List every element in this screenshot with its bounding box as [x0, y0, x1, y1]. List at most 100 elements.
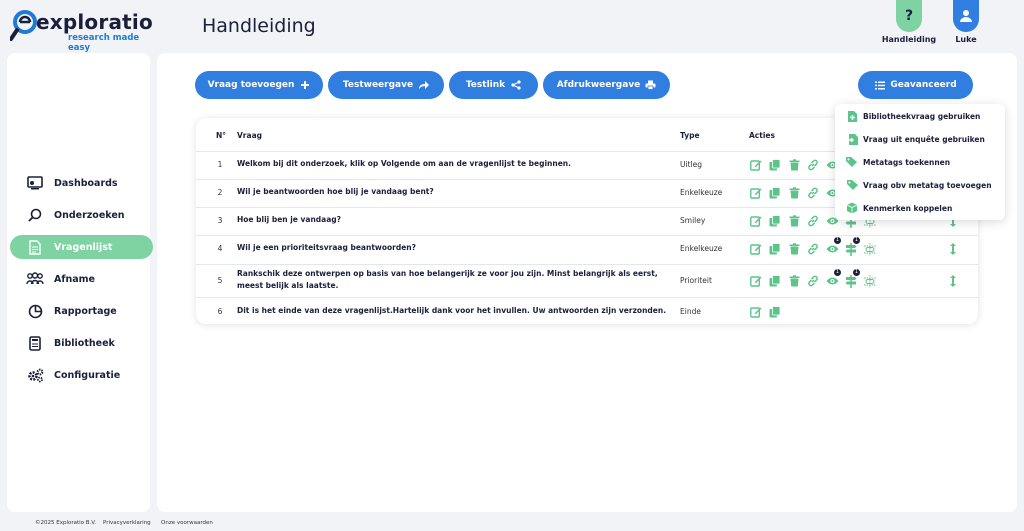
trash-icon[interactable]	[787, 158, 801, 172]
share-nodes-icon	[510, 80, 521, 91]
header-question: Vraag	[237, 131, 262, 140]
test-view-label: Testweergave	[342, 80, 414, 90]
sidebar-item-onderzoeken[interactable]: Onderzoeken	[10, 203, 153, 227]
link-icon[interactable]	[806, 186, 820, 200]
sidebar-item-rapportage[interactable]: Rapportage	[10, 299, 153, 323]
plus-icon	[299, 80, 310, 91]
advanced-label: Geavanceerd	[890, 80, 957, 90]
row-type: Uitleg	[680, 160, 702, 169]
sidebar-item-afname[interactable]: Afname	[10, 267, 153, 291]
library-icon	[26, 334, 44, 352]
count-badge: 1	[834, 269, 841, 276]
sidebar-item-label: Onderzoeken	[54, 209, 125, 221]
row-number: 2	[217, 188, 223, 197]
help-button[interactable]: ? Handleiding	[881, 0, 937, 44]
branch-off-icon[interactable]	[863, 242, 877, 256]
menu-item-label: Bibliotheekvraag gebruiken	[863, 111, 981, 121]
print-view-label: Afdrukweergave	[556, 80, 641, 90]
copy-icon[interactable]	[768, 158, 782, 172]
sidebar-item-label: Bibliotheek	[54, 337, 115, 349]
link-icon[interactable]	[806, 242, 820, 256]
privacy-link[interactable]: Privacyverklaring	[103, 520, 151, 526]
tag-icon	[845, 178, 859, 192]
menu-item-label: Metatags toekennen	[863, 157, 951, 167]
edit-icon[interactable]	[749, 305, 763, 319]
row-question[interactable]: Rankschik deze ontwerpen op basis van ho…	[237, 268, 667, 292]
row-question[interactable]: Welkom bij dit onderzoek, klik op Volgen…	[237, 158, 667, 170]
terms-link[interactable]: Onze voorwaarden	[161, 520, 213, 526]
test-link-label: Testlink	[465, 80, 506, 90]
signpost-icon[interactable]: 1	[844, 269, 860, 288]
question-icon: ?	[904, 8, 914, 24]
menu-item-library-question[interactable]: Bibliotheekvraag gebruiken	[845, 109, 980, 123]
link-icon[interactable]	[806, 274, 820, 288]
add-question-button[interactable]: Vraag toevoegen	[195, 71, 323, 99]
document-icon	[26, 238, 44, 256]
row-question[interactable]: Wil je beantwoorden hoe blij je vandaag …	[237, 186, 667, 198]
row-divider	[196, 235, 978, 236]
copy-icon[interactable]	[768, 214, 782, 228]
menu-item-survey-question[interactable]: Vraag uit enquête gebruiken	[845, 132, 985, 146]
move-vertical-icon	[950, 275, 956, 287]
drag-handle[interactable]	[947, 274, 959, 288]
row-actions: 11	[749, 237, 877, 256]
header-actions: Acties	[749, 131, 775, 140]
user-menu-button[interactable]: Luke	[938, 0, 994, 44]
row-question[interactable]: Dit is het einde van deze vragenlijst.Ha…	[237, 305, 667, 317]
eye-icon[interactable]: 1	[825, 269, 841, 288]
link-icon[interactable]	[806, 158, 820, 172]
sidebar-item-dashboards[interactable]: Dashboards	[10, 171, 153, 195]
copy-icon[interactable]	[768, 274, 782, 288]
menu-item-link-attributes[interactable]: Kenmerken koppelen	[845, 201, 952, 215]
brand-name: exploratio	[36, 10, 153, 34]
brand-logo[interactable]: exploratio research made easy	[10, 8, 153, 53]
file-import-icon	[845, 132, 859, 146]
trash-icon[interactable]	[787, 242, 801, 256]
footer-copyright: ©2025 Exploratio B.V.	[35, 520, 97, 526]
menu-item-assign-metatags[interactable]: Metatags toekennen	[845, 155, 950, 169]
printer-icon	[645, 80, 656, 91]
list-icon	[874, 80, 885, 91]
tags-icon	[845, 155, 859, 169]
drag-handle[interactable]	[947, 242, 959, 256]
trash-icon[interactable]	[787, 274, 801, 288]
edit-icon[interactable]	[749, 158, 763, 172]
row-divider	[196, 297, 978, 298]
copy-icon[interactable]	[768, 186, 782, 200]
branch-off-icon[interactable]	[863, 274, 877, 288]
copy-icon[interactable]	[768, 305, 782, 319]
menu-item-label: Vraag obv metatag toevoegen	[863, 180, 992, 190]
advanced-button[interactable]: Geavanceerd	[858, 71, 973, 99]
row-type: Prioriteit	[680, 276, 712, 285]
sidebar-item-vragenlijst[interactable]: Vragenlijst	[10, 235, 153, 259]
signpost-icon[interactable]: 1	[844, 237, 860, 256]
edit-icon[interactable]	[749, 242, 763, 256]
row-number: 1	[217, 160, 223, 169]
edit-icon[interactable]	[749, 214, 763, 228]
row-question[interactable]: Wil je een prioriteitsvraag beantwoorden…	[237, 242, 667, 254]
test-link-button[interactable]: Testlink	[449, 71, 538, 99]
row-question[interactable]: Hoe blij ben je vandaag?	[237, 214, 667, 226]
eye-icon[interactable]: 1	[825, 237, 841, 256]
test-view-button[interactable]: Testweergave	[328, 71, 444, 99]
trash-icon[interactable]	[787, 186, 801, 200]
edit-icon[interactable]	[749, 186, 763, 200]
trash-icon[interactable]	[787, 214, 801, 228]
add-question-label: Vraag toevoegen	[207, 80, 295, 90]
sidebar-item-bibliotheek[interactable]: Bibliotheek	[10, 331, 153, 355]
row-divider	[196, 264, 978, 265]
gears-icon	[26, 366, 44, 384]
copy-icon[interactable]	[768, 242, 782, 256]
row-actions	[749, 305, 782, 319]
menu-item-label: Kenmerken koppelen	[863, 203, 953, 213]
menu-item-question-by-metatag[interactable]: Vraag obv metatag toevoegen	[845, 178, 992, 192]
link-icon[interactable]	[806, 214, 820, 228]
sidebar-item-configuratie[interactable]: Configuratie	[10, 363, 153, 387]
user-icon	[960, 10, 972, 22]
sidebar-item-label: Vragenlijst	[54, 241, 113, 253]
sidebar-item-label: Afname	[54, 273, 96, 285]
edit-icon[interactable]	[749, 274, 763, 288]
sidebar-item-label: Rapportage	[54, 305, 117, 317]
row-number: 6	[217, 307, 223, 316]
print-view-button[interactable]: Afdrukweergave	[543, 71, 670, 99]
